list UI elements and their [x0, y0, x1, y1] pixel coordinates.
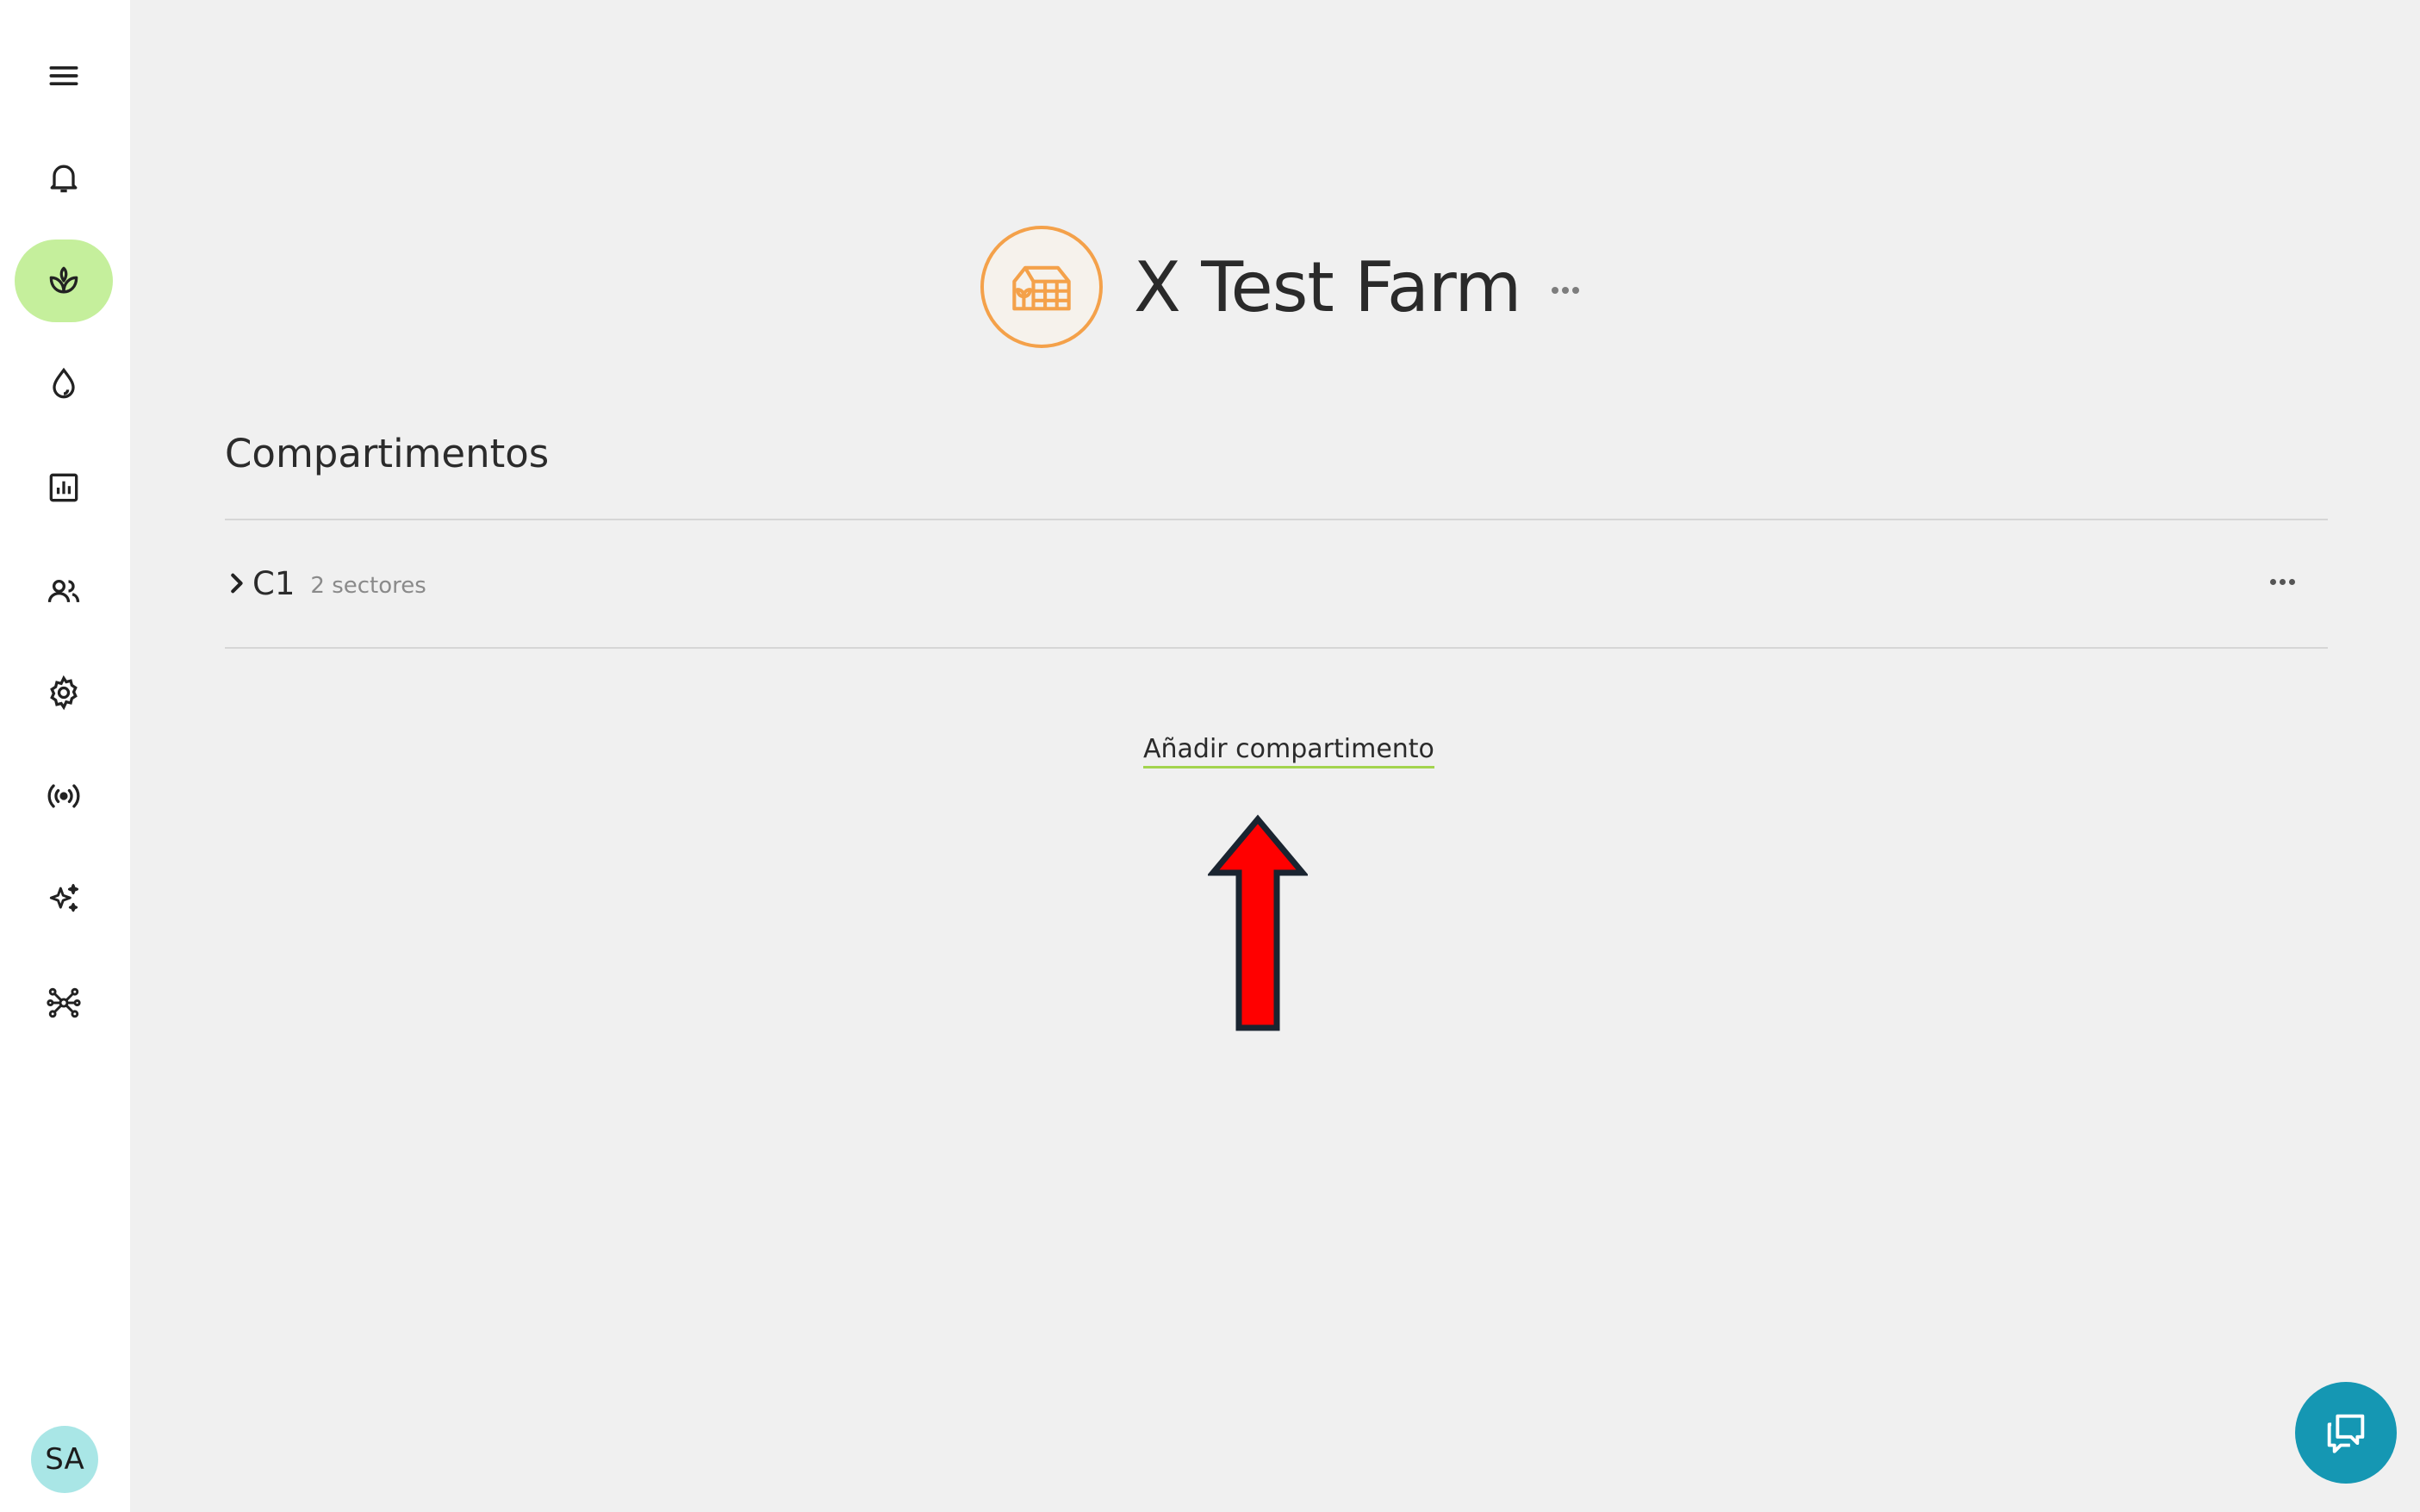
farm-logo: [980, 226, 1103, 348]
nav-irrigation[interactable]: [15, 343, 113, 426]
nav-crops[interactable]: [15, 240, 113, 322]
sparkle-icon: [49, 884, 79, 912]
dot: [2289, 579, 2295, 585]
farm-title: X Test Farm: [1134, 246, 1521, 327]
water-drop-icon: [53, 367, 75, 399]
main-content: X Test Farm Compartimentos C1 2 sectores…: [130, 0, 2420, 1512]
dot: [1562, 287, 1570, 294]
nav-notifications[interactable]: [15, 136, 113, 219]
avatar[interactable]: SA: [31, 1426, 98, 1493]
farm-header: X Test Farm: [980, 226, 1581, 348]
sidebar: SA: [0, 0, 130, 1512]
dot: [2270, 579, 2276, 585]
menu-icon: [49, 66, 78, 85]
chat-button[interactable]: [2295, 1382, 2397, 1484]
dot: [1572, 287, 1580, 294]
dot: [1552, 287, 1559, 294]
users-icon: [47, 579, 80, 602]
compartment-options-button[interactable]: [2268, 579, 2297, 585]
nav-reports[interactable]: [15, 446, 113, 529]
chat-icon: [2327, 1414, 2365, 1453]
section-title: Compartimentos: [225, 431, 550, 476]
dot: [2280, 579, 2286, 585]
compartment-name: C1: [252, 564, 296, 602]
menu-button[interactable]: [15, 34, 113, 117]
network-icon: [47, 987, 81, 1018]
farm-options-button[interactable]: [1550, 287, 1581, 294]
bell-icon: [50, 165, 78, 193]
greenhouse-icon: [1012, 265, 1071, 311]
chart-icon: [49, 473, 78, 502]
annotation-arrow-icon: [1208, 814, 1308, 1031]
nav-integrations[interactable]: [15, 961, 113, 1044]
expand-button[interactable]: [225, 572, 247, 594]
plant-icon: [49, 266, 78, 294]
add-compartment-link[interactable]: Añadir compartimento: [1143, 734, 1434, 768]
gear-icon: [50, 675, 78, 711]
nav-ai[interactable]: [15, 858, 113, 941]
broadcast-icon: [47, 784, 80, 808]
list-item[interactable]: C1 2 sectores: [225, 520, 2328, 646]
divider: [225, 647, 2328, 649]
nav-settings[interactable]: [15, 651, 113, 734]
nav-users[interactable]: [15, 550, 113, 632]
nav-devices[interactable]: [15, 755, 113, 837]
chevron-right-icon: [231, 573, 243, 594]
compartment-sector-count: 2 sectores: [310, 573, 426, 599]
